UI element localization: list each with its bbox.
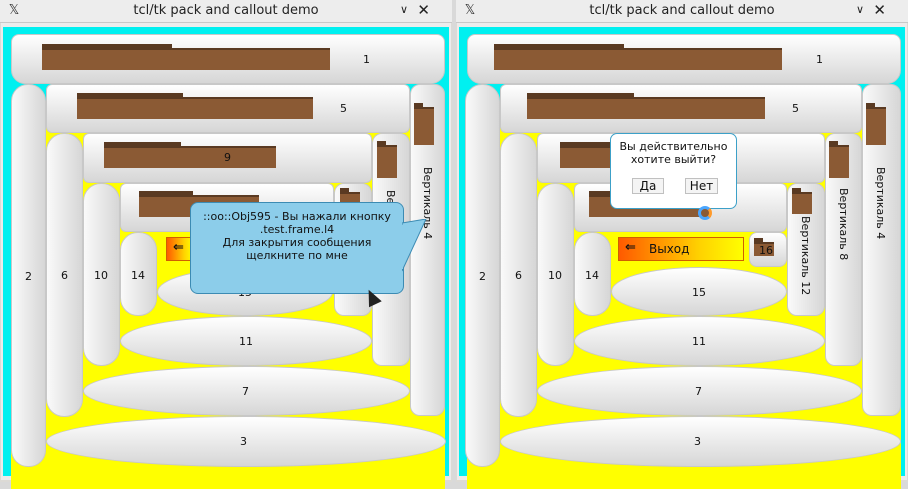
close-icon[interactable]: ✕: [417, 1, 430, 19]
button-2-label: 2: [25, 270, 32, 283]
exit-icon: ⇐: [173, 240, 184, 255]
button-vertical-8[interactable]: Вертикаль 8: [825, 133, 862, 366]
button-vertical-12[interactable]: Вертикаль 12: [787, 183, 825, 316]
button-10[interactable]: 10: [537, 183, 574, 366]
no-button[interactable]: Нет: [685, 178, 718, 194]
button-7[interactable]: 7: [537, 366, 862, 416]
button-vertical-4[interactable]: Вертикаль 4: [862, 84, 901, 416]
client-area: 1 3 2 5 Вертикаль 4 6 7 9 Вер 10 11 14 ⇐…: [1, 23, 451, 489]
button-16[interactable]: 16: [749, 232, 787, 267]
titlebar[interactable]: 𝕏 tcl/tk pack and callout demo ∨ ✕: [456, 0, 908, 23]
button-5-label: 5: [340, 102, 347, 115]
button-14-label: 14: [131, 269, 145, 282]
window-title: tcl/tk pack and callout demo: [133, 3, 319, 18]
button-11-label: 11: [692, 335, 706, 348]
window-left: 𝕏 tcl/tk pack and callout demo ∨ ✕ 1 3 2…: [0, 0, 452, 489]
callout-line-1: ::oo::Obj595 - Вы нажали кнопку: [203, 210, 391, 223]
client-area: 1 3 2 5 Вертикаль 4 6 7 Вертикаль 8 10 1…: [457, 23, 907, 489]
titlebar[interactable]: 𝕏 tcl/tk pack and callout demo ∨ ✕: [0, 0, 452, 23]
folder-icon: [527, 93, 765, 119]
button-1-label: 1: [363, 53, 370, 66]
button-10[interactable]: 10: [83, 183, 120, 366]
button-2[interactable]: 2: [465, 84, 500, 467]
button-2-label: 2: [479, 270, 486, 283]
button-14[interactable]: 14: [574, 232, 611, 316]
dialog-message-line-2: хотите выйти?: [630, 153, 717, 166]
button-7[interactable]: 7: [83, 366, 410, 416]
button-16-label: 16: [759, 244, 773, 257]
button-7-label: 7: [695, 385, 702, 398]
callout-pointer: [402, 219, 427, 272]
window-right: 𝕏 tcl/tk pack and callout demo ∨ ✕ 1 3 2…: [456, 0, 908, 489]
button-1[interactable]: 1: [11, 34, 445, 84]
button-6-label: 6: [61, 269, 68, 282]
button-9[interactable]: 9: [83, 133, 372, 183]
folder-icon: [77, 93, 313, 119]
chevron-down-icon[interactable]: ∨: [400, 3, 408, 16]
button-10-label: 10: [548, 269, 562, 282]
button-vertical-4-label: Вертикаль 4: [874, 167, 887, 240]
button-vertical-8-label: Вертикаль 8: [837, 188, 850, 261]
button-6-label: 6: [515, 269, 522, 282]
button-5[interactable]: 5: [500, 84, 862, 133]
button-3[interactable]: 3: [500, 416, 901, 467]
button-6[interactable]: 6: [46, 133, 83, 417]
window-title: tcl/tk pack and callout demo: [589, 3, 775, 18]
folder-icon: [104, 142, 276, 168]
button-9-label: 9: [224, 151, 231, 164]
exit-button-label: Выход: [649, 242, 690, 256]
button-5[interactable]: 5: [46, 84, 410, 133]
button-1[interactable]: 1: [467, 34, 901, 84]
chevron-down-icon[interactable]: ∨: [856, 3, 864, 16]
button-3[interactable]: 3: [46, 416, 446, 467]
button-11[interactable]: 11: [574, 316, 825, 366]
button-14[interactable]: 14: [120, 232, 157, 316]
exit-icon: ⇐: [625, 240, 636, 255]
button-1-label: 1: [816, 53, 823, 66]
folder-icon: [494, 44, 782, 70]
button-3-label: 3: [240, 435, 247, 448]
folder-icon: [829, 141, 849, 178]
button-6[interactable]: 6: [500, 133, 537, 417]
yes-button[interactable]: Да: [632, 178, 664, 194]
folder-icon: [42, 44, 330, 70]
button-10-label: 10: [94, 269, 108, 282]
button-15[interactable]: 15: [611, 267, 787, 316]
callout-line-2: .test.frame.l4: [259, 223, 335, 236]
button-7-label: 7: [242, 385, 249, 398]
confirm-dialog: Вы действительно хотите выйти? Да Нет: [610, 133, 737, 209]
folder-icon: [414, 103, 434, 145]
button-14-label: 14: [585, 269, 599, 282]
button-11[interactable]: 11: [120, 316, 372, 366]
button-15-label: 15: [692, 286, 706, 299]
folder-icon: [377, 141, 397, 178]
button-vertical-12-label: Вертикаль 12: [799, 216, 812, 296]
exit-button[interactable]: ⇐ Выход: [618, 237, 744, 261]
button-3-label: 3: [694, 435, 701, 448]
close-icon[interactable]: ✕: [873, 1, 886, 19]
button-5-label: 5: [792, 102, 799, 115]
callout-line-3: Для закрытия сообщения: [222, 236, 372, 249]
callout-message[interactable]: ::oo::Obj595 - Вы нажали кнопку .test.fr…: [190, 202, 404, 294]
folder-icon: [866, 103, 886, 145]
button-2[interactable]: 2: [11, 84, 46, 467]
folder-icon: [792, 188, 812, 214]
button-11-label: 11: [239, 335, 253, 348]
busy-spinner-icon: [698, 206, 712, 220]
dialog-message-line-1: Вы действительно: [619, 140, 728, 153]
callout-line-4: щелкните по мне: [246, 249, 348, 262]
